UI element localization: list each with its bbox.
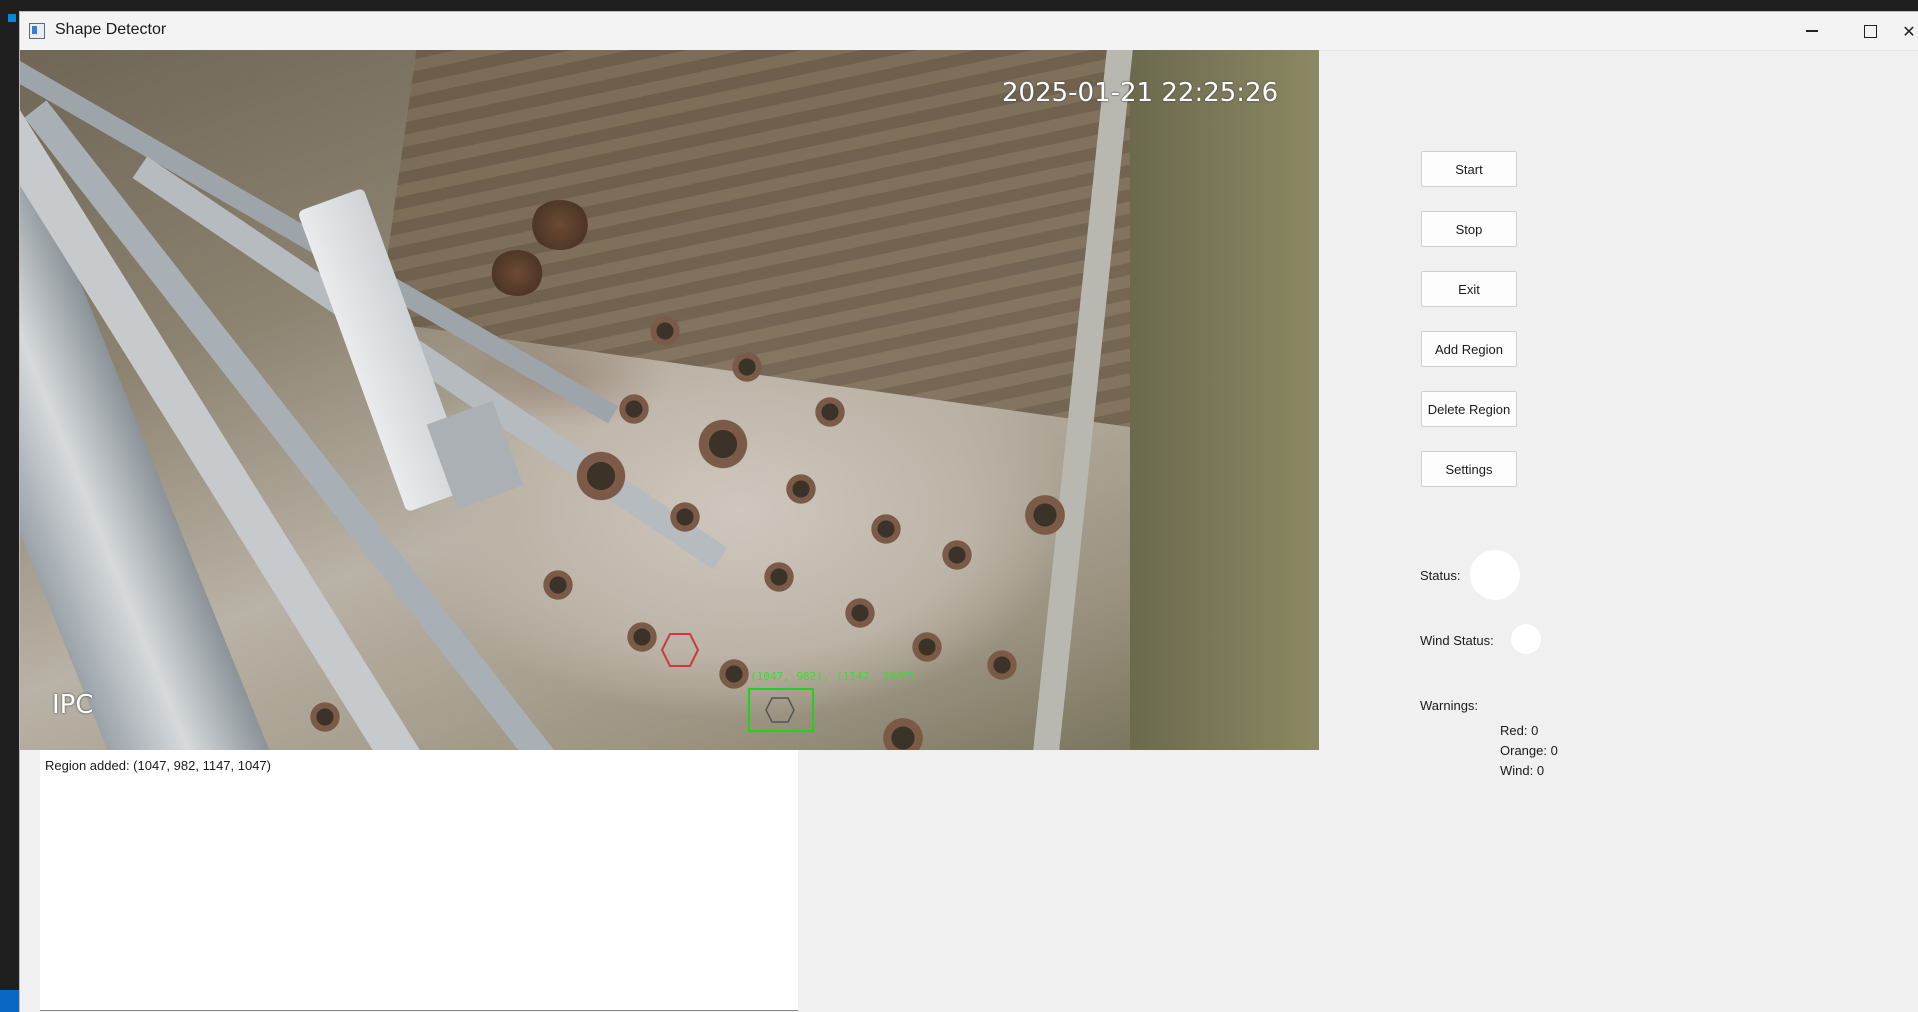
tree [648,314,682,348]
tree [813,395,847,429]
desktop-top-bar [0,0,1918,12]
close-icon: ✕ [1902,21,1916,41]
region-hexagon-shape [765,697,795,723]
tree [784,472,818,506]
settings-button[interactable]: Settings [1421,451,1517,487]
wind-status-indicator [1511,624,1541,654]
warning-wind-count: Wind: 0 [1500,763,1545,778]
wind-status-label: Wind Status: [1420,633,1494,648]
exit-button[interactable]: Exit [1421,271,1517,307]
detection-region-box[interactable] [748,688,814,732]
tree [617,392,651,426]
tree [717,657,751,691]
delete-region-button[interactable]: Delete Region [1421,391,1517,427]
log-line: Region added: (1047, 982, 1147, 1047) [45,758,271,773]
camera-watermark: IPC [52,690,94,720]
warning-red-count: Red: 0 [1500,723,1539,738]
desktop-side-bar [0,12,20,1012]
tree [308,700,342,734]
grass-area [1130,50,1319,750]
close-button[interactable]: ✕ [1900,12,1918,50]
detected-hexagon-shape [660,633,700,667]
desktop-accent-icon [8,14,16,22]
tree [695,416,751,472]
minimize-button[interactable] [1784,12,1840,50]
video-timestamp: 2025-01-21 22:25:26 [1002,78,1279,108]
bush [490,250,544,296]
status-label: Status: [1420,568,1461,583]
log-panel[interactable]: Region added: (1047, 982, 1147, 1047) [40,750,798,1011]
bush [530,200,590,250]
warnings-title: Warnings: [1420,698,1479,713]
title-bar[interactable]: Shape Detector ✕ [20,12,1918,51]
tree [869,512,903,546]
app-icon [29,23,45,39]
maximize-icon [1863,24,1877,38]
tree [940,538,974,572]
detection-label: (1047, 982), (1147, 1047) [750,670,916,683]
maximize-button[interactable] [1842,12,1898,50]
desktop-status-strip [0,990,20,1012]
status-indicator [1470,550,1520,600]
tree [573,448,629,504]
tree [730,350,764,384]
tree [762,560,796,594]
window-title: Shape Detector [55,21,167,38]
tree [1022,492,1068,538]
app-window: Shape Detector ✕ (1047, 982), (1147, 104… [20,12,1918,1012]
tree [985,648,1019,682]
stop-button[interactable]: Stop [1421,211,1517,247]
tree [910,630,944,664]
add-region-button[interactable]: Add Region [1421,331,1517,367]
tree [668,500,702,534]
camera-feed[interactable]: (1047, 982), (1147, 1047) 2025-01-21 22:… [20,50,1319,750]
minimize-icon [1806,30,1818,32]
warning-orange-count: Orange: 0 [1500,743,1558,758]
tree [843,596,877,630]
tree [880,715,926,750]
tree [541,568,575,602]
start-button[interactable]: Start [1421,151,1517,187]
tree [625,620,659,654]
